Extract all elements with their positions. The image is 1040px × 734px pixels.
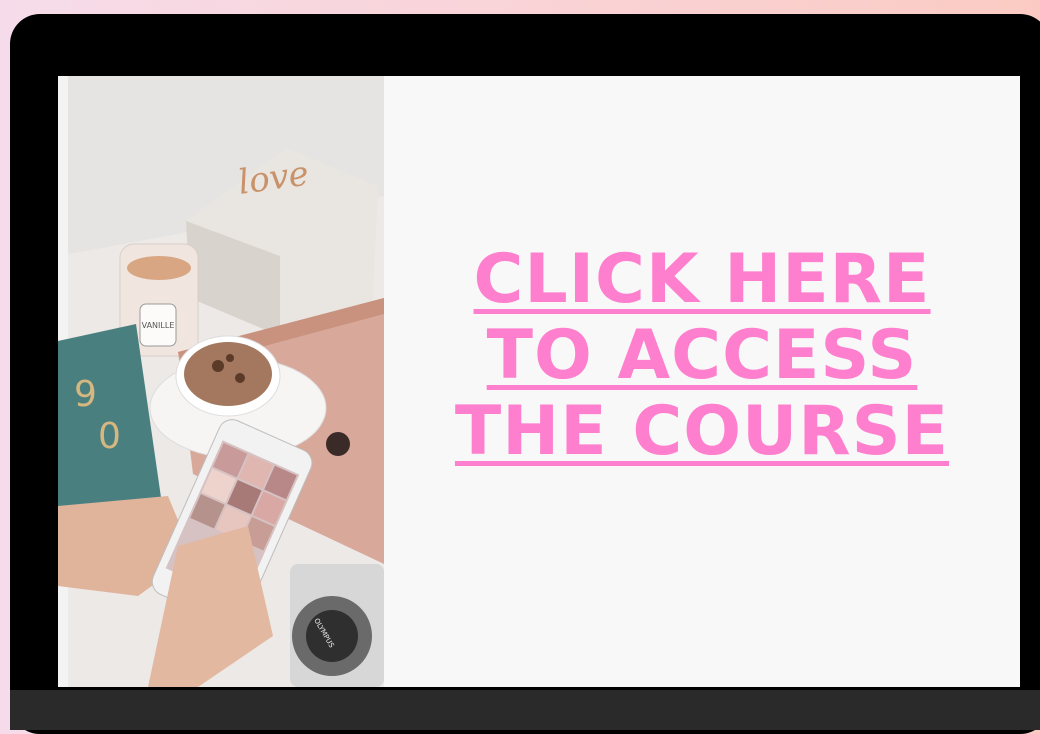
photo-illustration: love VANILLE 9 0 OLYMPUS [58, 76, 384, 687]
cta-line-2: TO ACCESS [486, 316, 918, 395]
svg-text:0: 0 [98, 416, 121, 457]
svg-text:9: 9 [74, 374, 97, 415]
laptop-base [10, 690, 1040, 730]
cta-line-1: CLICK HERE [473, 240, 931, 319]
cta-line-3: THE COURSE [454, 392, 950, 471]
laptop-frame: love VANILLE 9 0 OLYMPUS CLICK HERE TO A… [10, 14, 1040, 734]
access-course-link[interactable]: CLICK HERE TO ACCESS THE COURSE [384, 242, 1020, 470]
cta-panel: CLICK HERE TO ACCESS THE COURSE [384, 76, 1020, 687]
candle-label: VANILLE [142, 321, 175, 330]
lifestyle-photo: love VANILLE 9 0 OLYMPUS [58, 76, 384, 687]
laptop-screen: love VANILLE 9 0 OLYMPUS CLICK HERE TO A… [58, 76, 1020, 687]
